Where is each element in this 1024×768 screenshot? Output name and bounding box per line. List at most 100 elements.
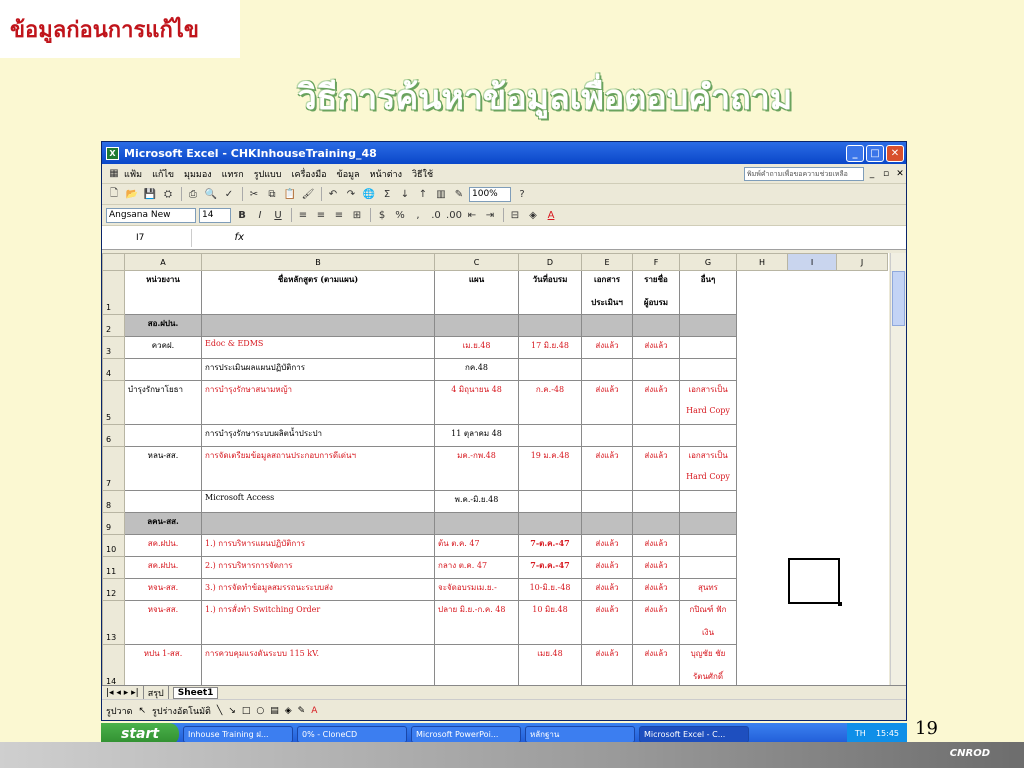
table-cell[interactable]: หน่วยงาน	[124, 270, 202, 315]
chart-wizard-icon[interactable]: ▥	[433, 186, 449, 202]
table-cell[interactable]: ส่งแล้ว	[632, 556, 680, 579]
table-cell[interactable]: ส่งแล้ว	[632, 644, 680, 685]
table-cell[interactable]: การบำรุงรักษาสนามหญ้า	[201, 380, 435, 425]
table-cell[interactable]: 2.) การบริหารการจัดการ	[201, 556, 435, 579]
menu-edit[interactable]: แก้ไข	[152, 167, 174, 181]
select-objects-icon[interactable]: ↖	[139, 706, 147, 716]
taskbar-item-active[interactable]: Microsoft Excel - C...	[639, 725, 749, 743]
print-preview-icon[interactable]: 🔍	[203, 186, 219, 202]
table-cell[interactable]	[737, 447, 788, 491]
table-cell[interactable]	[737, 425, 788, 447]
table-cell[interactable]	[518, 358, 582, 381]
sort-descending-icon[interactable]: ↑	[415, 186, 431, 202]
new-icon[interactable]: 🗋	[106, 186, 122, 202]
fill-color-icon[interactable]: ◈	[285, 706, 292, 716]
taskbar-item[interactable]: 0% - CloneCD	[297, 725, 407, 743]
table-cell[interactable]: กปิณฑ์ ฟัก เงิน	[679, 600, 737, 645]
select-all-corner[interactable]	[102, 253, 125, 271]
table-cell[interactable]	[837, 359, 888, 381]
align-center-icon[interactable]: ≡	[313, 207, 329, 223]
help-icon[interactable]: ?	[514, 186, 530, 202]
table-cell[interactable]: ส่งแล้ว	[581, 578, 633, 601]
help-question-box[interactable]: พิมพ์คำถามเพื่อขอความช่วยเหลือ	[744, 166, 864, 181]
table-cell[interactable]	[837, 557, 888, 579]
copy-icon[interactable]: ⧉	[264, 186, 280, 202]
taskbar-item[interactable]: Microsoft PowerPoi...	[411, 725, 521, 743]
table-cell[interactable]: ส่งแล้ว	[632, 380, 680, 425]
table-cell[interactable]	[837, 535, 888, 557]
table-cell[interactable]: วันที่อบรม	[518, 270, 582, 315]
column-header[interactable]: C	[434, 253, 519, 271]
table-cell[interactable]	[837, 381, 888, 425]
table-cell[interactable]: ส่งแล้ว	[581, 336, 633, 359]
table-cell[interactable]: 11 ตุลาคม 48	[434, 424, 519, 447]
table-cell[interactable]	[837, 601, 888, 645]
redo-icon[interactable]: ↷	[343, 186, 359, 202]
table-cell[interactable]: เอกสาร ประเมินฯ	[581, 270, 633, 315]
decrease-decimal-icon[interactable]: .00	[446, 207, 462, 223]
table-cell[interactable]	[581, 358, 633, 381]
table-cell[interactable]	[632, 490, 680, 513]
table-cell[interactable]	[679, 556, 737, 579]
autoshapes-menu[interactable]: รูปร่างอัตโนมัติ	[152, 704, 211, 718]
table-cell[interactable]: 1.) การสั่งทำ Switching Order	[201, 600, 435, 645]
table-cell[interactable]	[737, 601, 788, 645]
table-cell[interactable]: Microsoft Access	[201, 490, 435, 513]
workbook-icon[interactable]: ▦	[106, 166, 122, 182]
minimize-button[interactable]: _	[846, 144, 864, 162]
table-cell[interactable]	[788, 425, 837, 447]
row-header[interactable]: 5	[102, 380, 125, 425]
table-cell[interactable]	[837, 491, 888, 513]
table-cell[interactable]: ส่งแล้ว	[581, 644, 633, 685]
table-cell[interactable]: ส่งแล้ว	[581, 600, 633, 645]
table-cell[interactable]: รายชื่อ ผู้อบรม	[632, 270, 680, 315]
table-cell[interactable]: สค.ฝปน.	[124, 556, 202, 579]
font-color-icon[interactable]: A	[543, 207, 559, 223]
table-cell[interactable]: ต้น ต.ค. 47	[434, 534, 519, 557]
row-header[interactable]: 13	[102, 600, 125, 645]
table-cell[interactable]	[788, 337, 837, 359]
table-cell[interactable]: มค.-กพ.48	[434, 446, 519, 491]
table-cell[interactable]: 10-มิ.ย.-48	[518, 578, 582, 601]
format-painter-icon[interactable]: 🖌	[300, 186, 316, 202]
percent-icon[interactable]: %	[392, 207, 408, 223]
row-header[interactable]: 3	[102, 336, 125, 359]
cut-icon[interactable]: ✂	[246, 186, 262, 202]
table-cell[interactable]: กค.48	[434, 358, 519, 381]
align-right-icon[interactable]: ≡	[331, 207, 347, 223]
column-header[interactable]: J	[836, 253, 888, 271]
table-cell[interactable]	[632, 424, 680, 447]
close-button[interactable]: ✕	[886, 144, 904, 162]
table-cell[interactable]	[737, 535, 788, 557]
table-cell[interactable]: 19 ม.ค.48	[518, 446, 582, 491]
table-cell[interactable]: Edoc & EDMS	[201, 336, 435, 359]
table-cell[interactable]: หจน-สส.	[124, 600, 202, 645]
column-header[interactable]: A	[124, 253, 202, 271]
table-cell[interactable]	[434, 512, 519, 535]
table-cell[interactable]: เมย.48	[518, 644, 582, 685]
menu-file[interactable]: แฟ้ม	[124, 167, 142, 181]
align-left-icon[interactable]: ≡	[295, 207, 311, 223]
column-header[interactable]: D	[518, 253, 582, 271]
table-cell[interactable]: ส่งแล้ว	[632, 336, 680, 359]
row-header[interactable]: 4	[102, 358, 125, 381]
doc-minimize-button[interactable]: _	[866, 169, 878, 179]
table-cell[interactable]	[788, 535, 837, 557]
table-cell[interactable]: การประเมินผลแผนปฏิบัติการ	[201, 358, 435, 381]
increase-indent-icon[interactable]: ⇥	[482, 207, 498, 223]
table-cell[interactable]: ส่งแล้ว	[581, 380, 633, 425]
table-cell[interactable]	[581, 314, 633, 337]
table-cell[interactable]	[737, 645, 788, 686]
table-cell[interactable]	[788, 645, 837, 686]
table-cell[interactable]: 17 มิ.ย.48	[518, 336, 582, 359]
underline-icon[interactable]: U	[270, 207, 286, 223]
table-cell[interactable]: แผน	[434, 270, 519, 315]
table-cell[interactable]: บำรุงรักษาโยธา	[124, 380, 202, 425]
vertical-scrollbar[interactable]	[890, 253, 906, 685]
autosum-icon[interactable]: Σ	[379, 186, 395, 202]
table-cell[interactable]	[632, 512, 680, 535]
scrollbar-thumb[interactable]	[892, 271, 905, 326]
doc-restore-button[interactable]: ▫	[880, 169, 892, 179]
table-cell[interactable]	[788, 271, 837, 315]
font-color-icon[interactable]: A	[311, 706, 317, 716]
